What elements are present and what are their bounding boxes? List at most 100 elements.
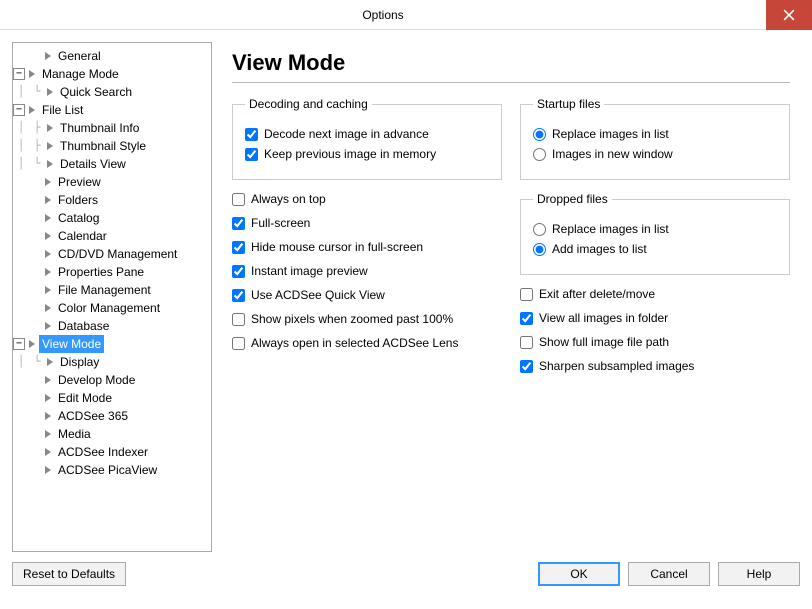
bullet-icon [45,196,51,204]
bullet-icon [47,160,53,168]
chk-show-path[interactable]: Show full image file path [520,335,790,349]
tree-item-preview[interactable]: Preview [55,173,104,191]
window-title: Options [0,8,766,22]
chk-keep-prev[interactable]: Keep previous image in memory [245,147,491,161]
content-panel: View Mode Decoding and caching Decode ne… [212,42,800,552]
chk-always-open-lens[interactable]: Always open in selected ACDSee Lens [232,336,502,350]
rad-startup-newwin[interactable]: Images in new window [533,147,779,161]
chk-decode-next-input[interactable] [245,128,258,141]
reset-button[interactable]: Reset to Defaults [12,562,126,586]
page-title: View Mode [232,50,790,76]
rad-startup-replace[interactable]: Replace images in list [533,127,779,141]
rad-startup-newwin-input[interactable] [533,148,546,161]
chk-view-all-input[interactable] [520,312,533,325]
chk-always-on-top[interactable]: Always on top [232,192,502,206]
expander-manage-mode[interactable]: − [13,68,25,80]
rad-startup-replace-input[interactable] [533,128,546,141]
tree-item-color-mgmt[interactable]: Color Management [55,299,163,317]
tree-item-database[interactable]: Database [55,317,112,335]
tree-item-thumb-info[interactable]: Thumbnail Info [57,119,142,137]
titlebar: Options [0,0,812,30]
chk-quick-view-input[interactable] [232,289,245,302]
tree-item-folders[interactable]: Folders [55,191,101,209]
bullet-icon [29,106,35,114]
nav-tree: General −Manage Mode │└Quick Search −Fil… [12,42,212,552]
rad-dropped-add-input[interactable] [533,243,546,256]
chk-exit-after-input[interactable] [520,288,533,301]
tree-item-properties-pane[interactable]: Properties Pane [55,263,147,281]
rad-dropped-replace-input[interactable] [533,223,546,236]
tree-item-picaview[interactable]: ACDSee PicaView [55,461,160,479]
bullet-icon [45,268,51,276]
tree-item-media[interactable]: Media [55,425,94,443]
tree-item-quick-search[interactable]: Quick Search [57,83,135,101]
tree-item-calendar[interactable]: Calendar [55,227,110,245]
bullet-icon [47,124,53,132]
bullet-icon [45,214,51,222]
tree-item-view-mode[interactable]: View Mode [39,335,104,353]
close-button[interactable] [766,0,812,30]
tree-item-develop-mode[interactable]: Develop Mode [55,371,138,389]
group-decoding-legend: Decoding and caching [245,97,372,111]
bullet-icon [45,430,51,438]
chk-instant-preview-input[interactable] [232,265,245,278]
tree-item-edit-mode[interactable]: Edit Mode [55,389,115,407]
chk-always-on-top-input[interactable] [232,193,245,206]
tree-item-details-view[interactable]: Details View [57,155,129,173]
expander-file-list[interactable]: − [13,104,25,116]
bullet-icon [45,52,51,60]
rad-dropped-replace[interactable]: Replace images in list [533,222,779,236]
bullet-icon [47,88,53,96]
bullet-icon [45,232,51,240]
chk-quick-view[interactable]: Use ACDSee Quick View [232,288,502,302]
group-dropped-legend: Dropped files [533,192,612,206]
chk-hide-cursor-input[interactable] [232,241,245,254]
bullet-icon [29,70,35,78]
bullet-icon [47,142,53,150]
chk-always-open-lens-input[interactable] [232,337,245,350]
bullet-icon [45,286,51,294]
chk-show-pixels[interactable]: Show pixels when zoomed past 100% [232,312,502,326]
group-startup-legend: Startup files [533,97,604,111]
chk-show-pixels-input[interactable] [232,313,245,326]
group-decoding: Decoding and caching Decode next image i… [232,97,502,180]
tree-item-cd-dvd[interactable]: CD/DVD Management [55,245,180,263]
tree-item-file-mgmt[interactable]: File Management [55,281,154,299]
chk-keep-prev-input[interactable] [245,148,258,161]
bullet-icon [45,178,51,186]
expander-view-mode[interactable]: − [13,338,25,350]
chk-show-path-input[interactable] [520,336,533,349]
tree-item-file-list[interactable]: File List [39,101,86,119]
chk-view-all[interactable]: View all images in folder [520,311,790,325]
chk-full-screen[interactable]: Full-screen [232,216,502,230]
tree-item-acdsee365[interactable]: ACDSee 365 [55,407,131,425]
tree-item-thumb-style[interactable]: Thumbnail Style [57,137,149,155]
bullet-icon [45,376,51,384]
bullet-icon [47,358,53,366]
rad-dropped-add[interactable]: Add images to list [533,242,779,256]
tree-item-general[interactable]: General [55,47,104,65]
bullet-icon [29,340,35,348]
chk-sharpen-input[interactable] [520,360,533,373]
bullet-icon [45,322,51,330]
help-button[interactable]: Help [718,562,800,586]
chk-hide-cursor[interactable]: Hide mouse cursor in full-screen [232,240,502,254]
chk-instant-preview[interactable]: Instant image preview [232,264,502,278]
tree-item-display[interactable]: Display [57,353,102,371]
chk-sharpen[interactable]: Sharpen subsampled images [520,359,790,373]
tree-item-manage-mode[interactable]: Manage Mode [39,65,122,83]
tree-item-indexer[interactable]: ACDSee Indexer [55,443,151,461]
chk-decode-next[interactable]: Decode next image in advance [245,127,491,141]
cancel-button[interactable]: Cancel [628,562,710,586]
button-bar: Reset to Defaults OK Cancel Help [0,552,812,596]
close-icon [783,9,795,21]
group-dropped: Dropped files Replace images in list Add… [520,192,790,275]
bullet-icon [45,412,51,420]
bullet-icon [45,304,51,312]
chk-exit-after[interactable]: Exit after delete/move [520,287,790,301]
bullet-icon [45,250,51,258]
chk-full-screen-input[interactable] [232,217,245,230]
divider [232,82,790,83]
ok-button[interactable]: OK [538,562,620,586]
tree-item-catalog[interactable]: Catalog [55,209,102,227]
